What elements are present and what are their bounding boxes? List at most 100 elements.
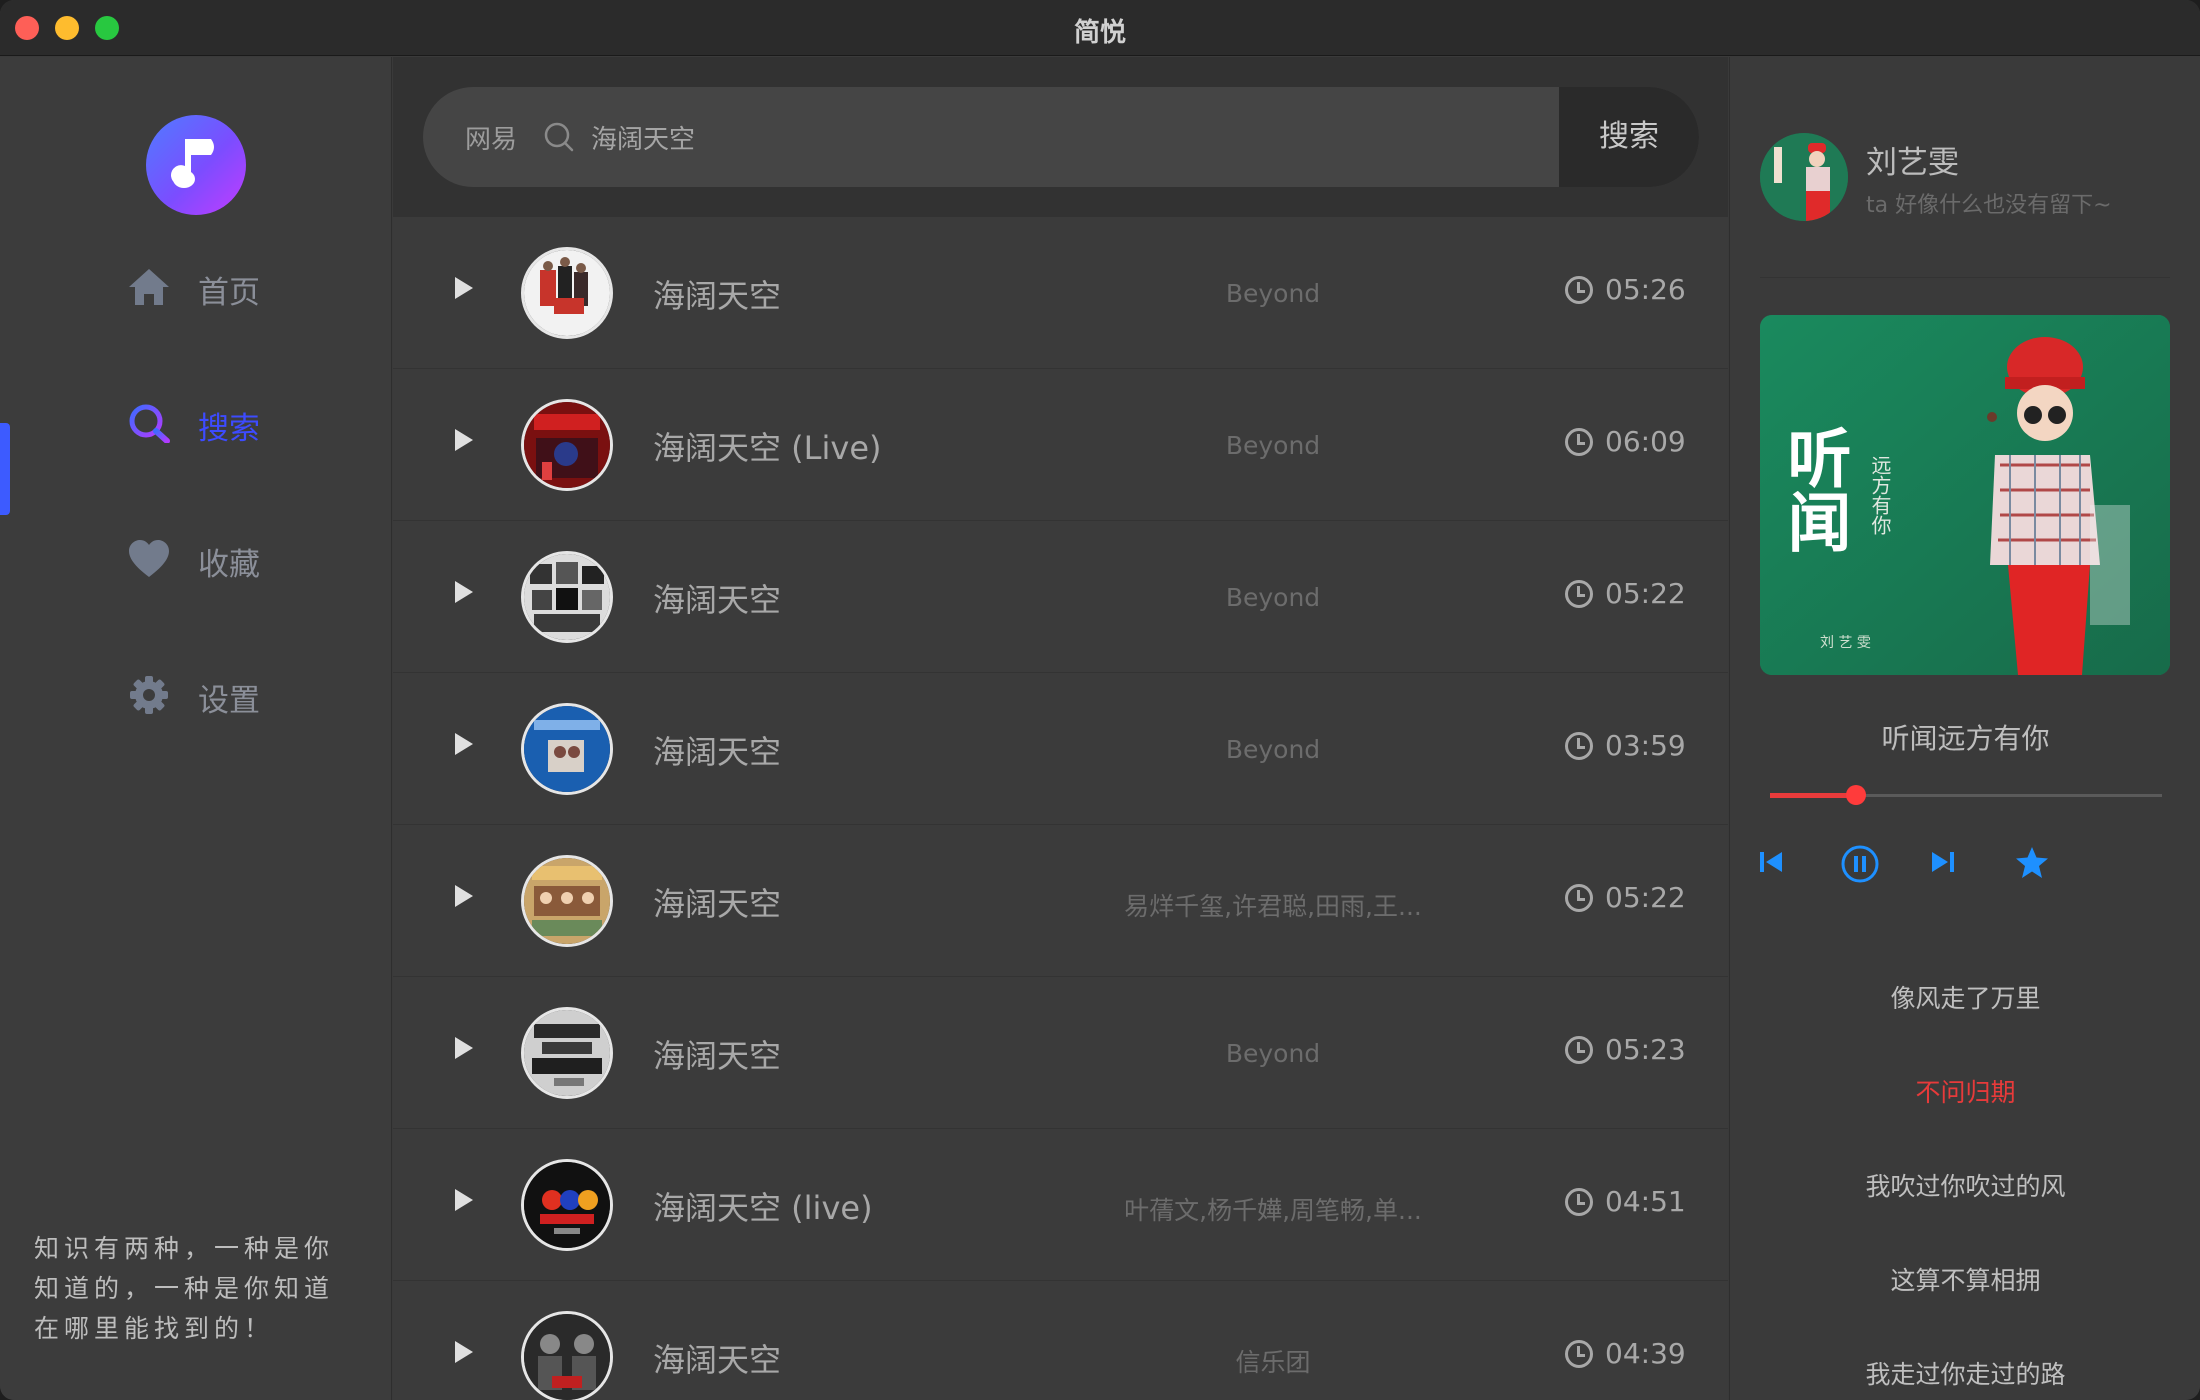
sidebar-item-settings[interactable]: 设置 [0, 649, 392, 741]
album-cover [521, 551, 613, 643]
song-duration: 05:26 [1605, 273, 1686, 306]
app-logo [146, 115, 246, 215]
song-artist: Beyond [1225, 735, 1321, 764]
results-list: 海阔天空 Beyond 05:26 海阔天空 (Live) Beyond 06:… [393, 217, 1728, 1400]
sidebar-item-label: 搜索 [198, 411, 260, 447]
song-name: 海阔天空 (live) [653, 1189, 873, 1227]
result-row[interactable]: 海阔天空 (live) 叶蒨文,杨千嬅,周笔畅,单... 04:51 [393, 1129, 1728, 1281]
result-row[interactable]: 海阔天空 信乐团 04:39 [393, 1281, 1728, 1400]
progress-handle[interactable] [1846, 785, 1867, 805]
result-row[interactable]: 海阔天空 Beyond 05:23 [393, 977, 1728, 1129]
clock-icon [1565, 1188, 1593, 1216]
song-artist: Beyond [1225, 1039, 1321, 1068]
play-icon[interactable] [455, 277, 473, 299]
song-duration: 05:22 [1605, 577, 1686, 610]
gear-icon [130, 676, 168, 714]
divider [1760, 277, 2170, 278]
album-cover [521, 1007, 613, 1099]
sidebar-quote: 知识有两种，一种是你知道的，一种是你知道在哪里能找到的！ [34, 1234, 335, 1343]
heart-icon [129, 540, 169, 577]
song-name: 海阔天空 [653, 581, 782, 619]
user-signature: ta 好像什么也没有留下~ [1866, 193, 2112, 218]
sidebar-item-home[interactable]: 首页 [0, 241, 392, 333]
sidebar-item-favorites[interactable]: 收藏 [0, 513, 392, 605]
result-row[interactable]: 海阔天空 Beyond 05:22 [393, 521, 1728, 673]
search-button[interactable]: 搜索 [1559, 87, 1699, 187]
home-icon [129, 269, 169, 305]
song-name: 海阔天空 (Live) [653, 429, 882, 467]
avatar[interactable] [1760, 133, 1848, 221]
title-bar: 简悦 [0, 0, 2200, 56]
song-name: 海阔天空 [653, 1341, 782, 1379]
favorite-star-icon[interactable] [2014, 845, 2050, 881]
song-name: 海阔天空 [653, 1037, 782, 1075]
song-artist: 易烊千玺,许君聪,田雨,王... [1124, 892, 1422, 921]
window-title: 简悦 [1073, 18, 1126, 48]
song-name: 海阔天空 [653, 277, 782, 315]
clock-icon [1565, 1036, 1593, 1064]
result-row[interactable]: 海阔天空 Beyond 03:59 [393, 673, 1728, 825]
play-icon[interactable] [455, 429, 473, 451]
lyric-line-current: 不问归期 [1915, 1078, 2016, 1107]
play-icon[interactable] [455, 581, 473, 603]
album-art: 听闻 远方有你 刘 艺 雯 [1760, 315, 2170, 675]
search-input[interactable] [591, 111, 1241, 163]
previous-track-icon[interactable] [1756, 847, 1786, 877]
song-duration: 06:09 [1605, 425, 1686, 458]
player-panel: 刘艺雯 ta 好像什么也没有留下~ 听闻 远方有你 刘 艺 雯 听闻远方有你 像… [1729, 57, 2200, 1400]
song-name: 海阔天空 [653, 733, 782, 771]
song-duration: 04:39 [1605, 1337, 1686, 1370]
song-artist: 信乐团 [1235, 1348, 1311, 1377]
user-name: 刘艺雯 [1866, 145, 1959, 181]
album-art-subtitle: 远方有你 [1868, 455, 1892, 535]
play-icon[interactable] [455, 1037, 473, 1059]
search-icon [129, 404, 170, 443]
lyric-line: 我走过你走过的路 [1865, 1360, 2066, 1389]
play-icon[interactable] [455, 1189, 473, 1211]
album-cover [521, 703, 613, 795]
song-artist: 叶蒨文,杨千嬅,周笔畅,单... [1124, 1196, 1422, 1225]
lyric-line: 我吹过你吹过的风 [1865, 1172, 2066, 1201]
sidebar-item-label: 设置 [198, 683, 260, 719]
clock-icon [1565, 884, 1593, 912]
clock-icon [1565, 1340, 1593, 1368]
result-row[interactable]: 海阔天空 Beyond 05:26 [393, 217, 1728, 369]
now-playing-title: 听闻远方有你 [1881, 722, 2050, 755]
album-art-artist: 刘 艺 雯 [1820, 635, 1871, 651]
play-icon[interactable] [455, 733, 473, 755]
album-art-title: 听闻 [1777, 425, 1852, 553]
sidebar-item-search[interactable]: 搜索 [0, 377, 392, 469]
result-row[interactable]: 海阔天空 (Live) Beyond 06:09 [393, 369, 1728, 521]
album-cover [521, 1159, 613, 1251]
lyric-line: 像风走了万里 [1890, 984, 2041, 1013]
album-cover [521, 399, 613, 491]
main-content: 网易 搜索 海阔天空 Beyond 05:26 [393, 57, 1728, 1400]
sidebar: 首页 搜索 收藏 设置 知识有两种，一种是你知道的，一种是你知道在哪里能找到的！ [0, 57, 392, 1400]
clock-icon [1565, 276, 1593, 304]
album-cover [521, 247, 613, 339]
next-track-icon[interactable] [1928, 847, 1958, 877]
sidebar-item-label: 首页 [198, 275, 260, 311]
search-icon [544, 122, 574, 152]
clock-icon [1565, 580, 1593, 608]
album-cover [521, 1311, 613, 1400]
search-bar: 网易 搜索 [423, 87, 1699, 187]
song-name: 海阔天空 [653, 885, 782, 923]
song-artist: Beyond [1225, 279, 1321, 308]
clock-icon [1565, 732, 1593, 760]
song-duration: 03:59 [1605, 729, 1686, 762]
song-artist: Beyond [1225, 431, 1321, 460]
lyric-line: 这算不算相拥 [1890, 1266, 2041, 1295]
play-icon[interactable] [455, 1341, 473, 1363]
play-icon[interactable] [455, 885, 473, 907]
progress-fill [1770, 793, 1857, 798]
clock-icon [1565, 428, 1593, 456]
app-window: 简悦 首页 搜索 收藏 设置 知识有两种，一种是你知道的，一种是你知道在哪里能找… [0, 0, 2200, 1400]
song-duration: 05:23 [1605, 1033, 1686, 1066]
search-source-select[interactable]: 网易 [465, 119, 517, 156]
sidebar-item-label: 收藏 [198, 547, 260, 583]
song-duration: 04:51 [1605, 1185, 1686, 1218]
song-duration: 05:22 [1605, 881, 1686, 914]
result-row[interactable]: 海阔天空 易烊千玺,许君聪,田雨,王... 05:22 [393, 825, 1728, 977]
pause-icon[interactable] [1840, 844, 1880, 884]
